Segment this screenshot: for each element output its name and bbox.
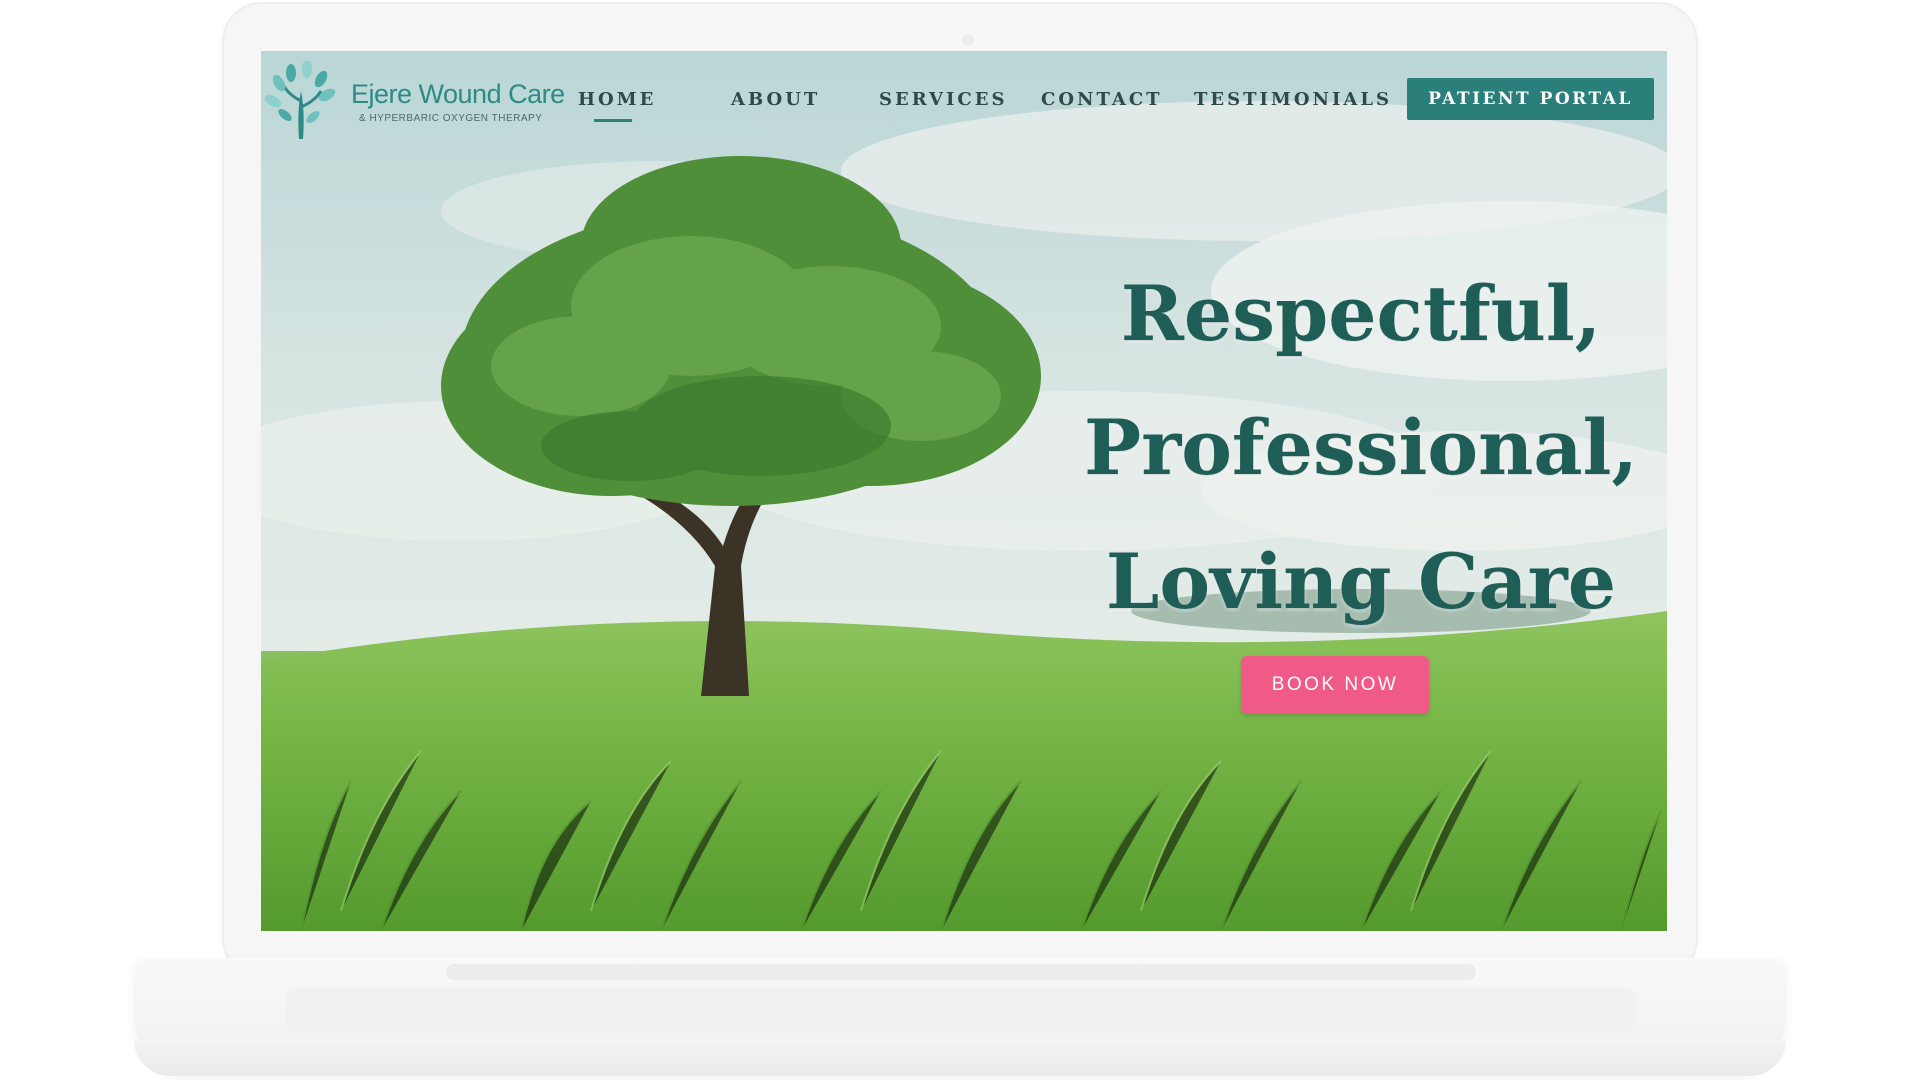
headline-line-1: Respectful,: [1120, 269, 1602, 358]
book-now-button[interactable]: BOOK NOW: [1241, 656, 1429, 714]
patient-portal-button[interactable]: PATIENT PORTAL: [1407, 78, 1654, 120]
website-screen: Ejere Wound Care & HYPERBARIC OXYGEN THE…: [261, 51, 1667, 931]
site-logo[interactable]: Ejere Wound Care & HYPERBARIC OXYGEN THE…: [261, 61, 565, 141]
site-header: Ejere Wound Care & HYPERBARIC OXYGEN THE…: [261, 51, 1667, 147]
keyboard-area: [286, 988, 1636, 1032]
nav-home[interactable]: HOME: [578, 89, 656, 110]
nav-active-indicator: [594, 119, 632, 122]
camera-icon: [962, 34, 974, 46]
laptop-base-edge: [134, 1040, 1786, 1076]
nav-testimonials[interactable]: TESTIMONIALS: [1194, 89, 1392, 110]
nav-contact[interactable]: CONTACT: [1041, 89, 1163, 110]
headline-line-3: Loving Care: [1105, 537, 1617, 626]
hero-headline: Respectful, Professional, Loving Care: [1061, 247, 1661, 649]
nav-services[interactable]: SERVICES: [879, 89, 1007, 110]
device-mockup: Ejere Wound Care & HYPERBARIC OXYGEN THE…: [0, 0, 1920, 1080]
headline-line-2: Professional,: [1084, 403, 1638, 492]
tree-logo-icon: [264, 61, 336, 139]
logo-subtitle: & HYPERBARIC OXYGEN THERAPY: [359, 113, 543, 124]
laptop-hinge: [446, 964, 1476, 980]
nav-about[interactable]: ABOUT: [731, 89, 820, 110]
logo-title: Ejere Wound Care: [351, 79, 565, 109]
tree-illustration: [441, 156, 1041, 696]
